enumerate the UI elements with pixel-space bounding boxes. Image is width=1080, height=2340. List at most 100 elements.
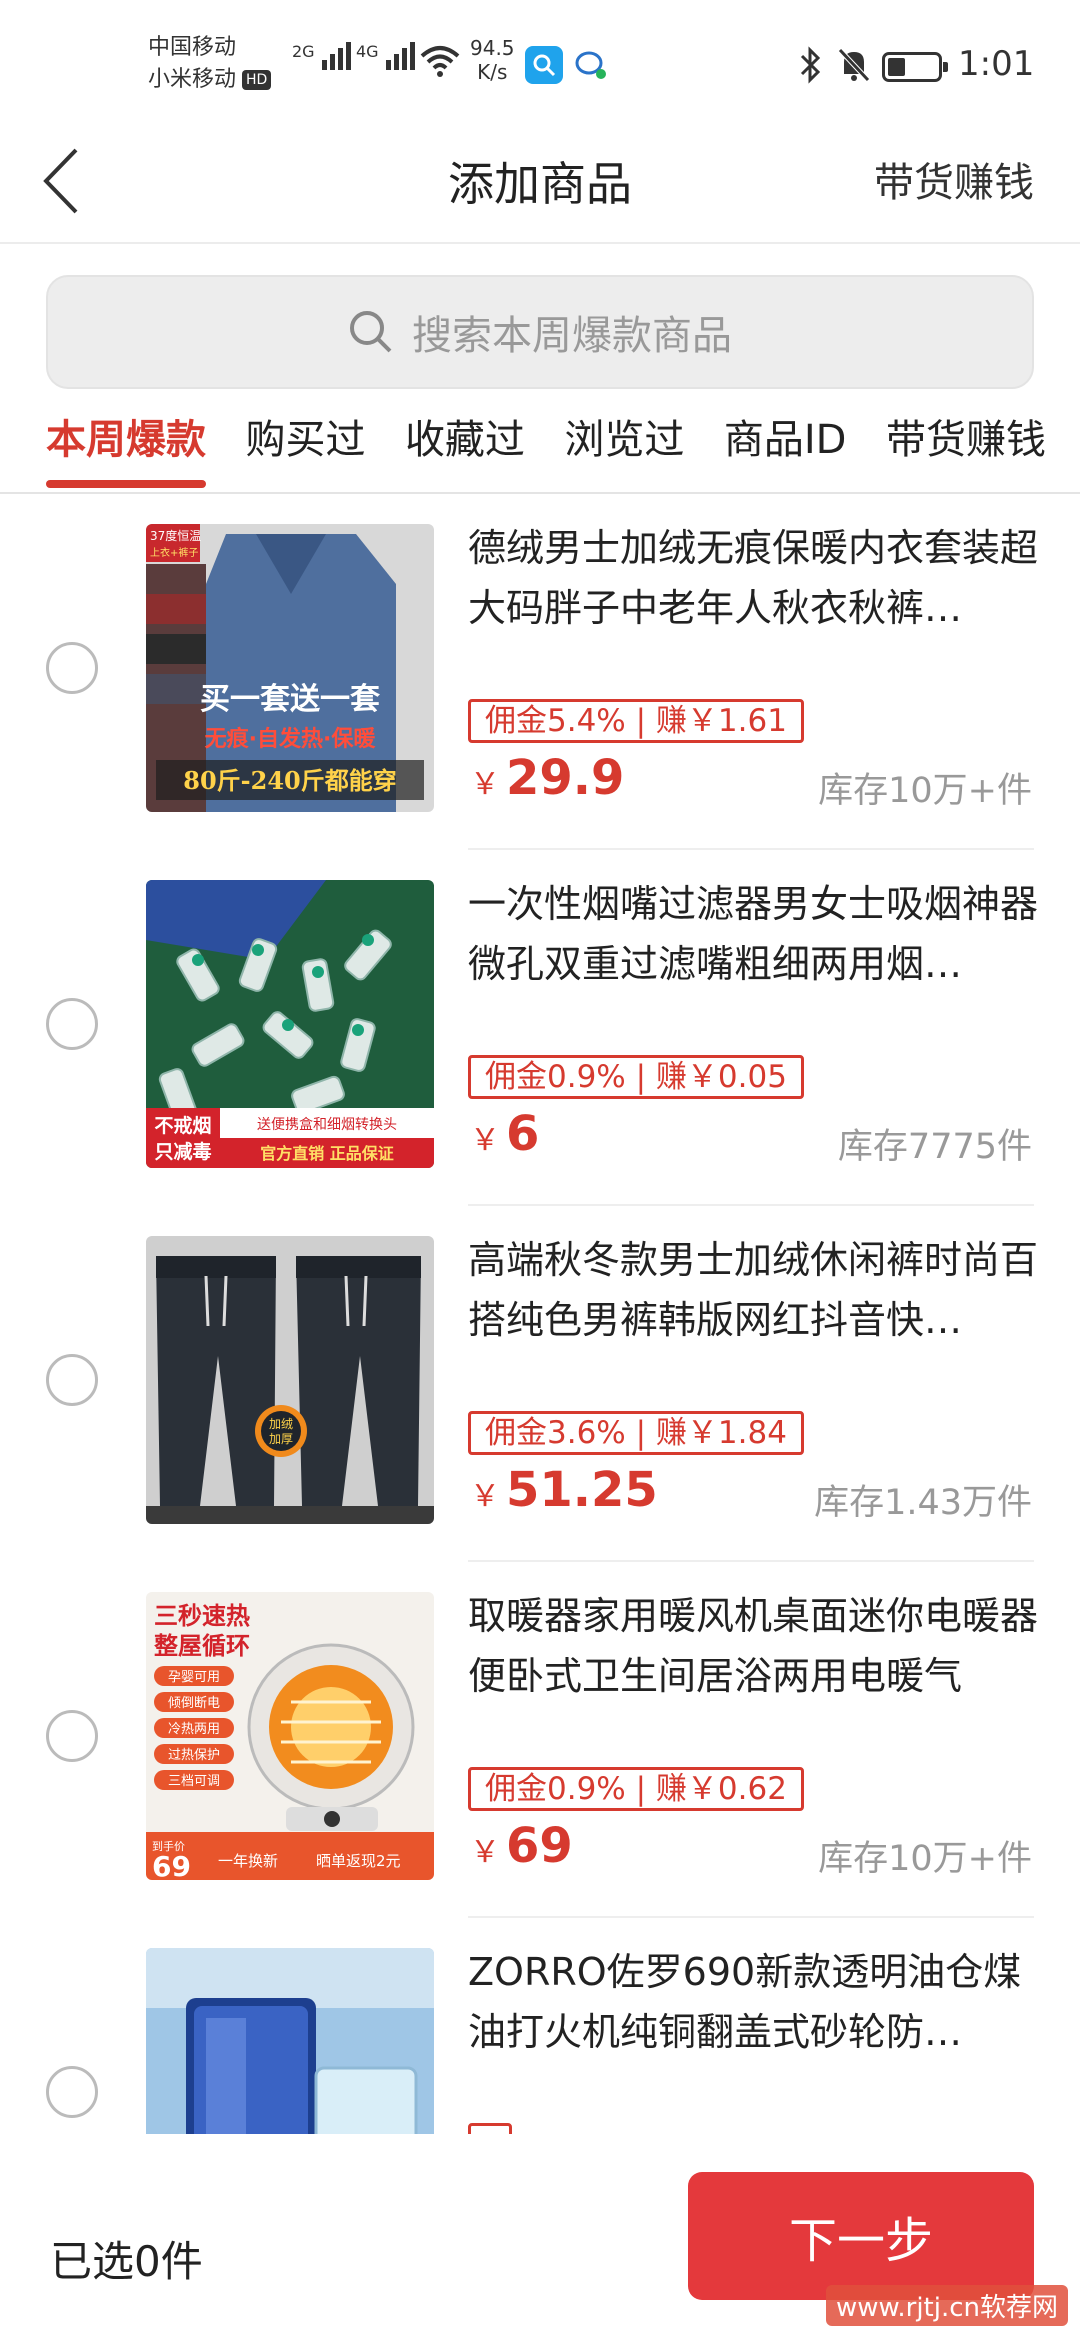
product-list: 37度恒温 上衣+裤子 买一套送一套 无痕·自发热·保暖 80斤-240斤都能穿… [0,494,1080,2134]
price-amount: 51.25 [506,1462,658,1518]
next-step-button[interactable]: 下一步 [688,2172,1034,2300]
product-title[interactable]: ZORRO佐罗690新款透明油仓煤油打火机纯铜翻盖式砂轮防… [468,1942,1038,2062]
select-radio[interactable] [46,998,98,1050]
battery-level [888,58,905,76]
thumb-text: 买一套送一套 [200,682,380,717]
thumb-text: 倾倒断电 [168,1696,220,1711]
product-row[interactable]: 三秒速热 整屋循环 孕婴可用 倾倒断电 冷热两用 过热保护 三档可调 到手价 6… [0,1562,1080,1918]
thumb-text: 整屋循环 [154,1632,250,1660]
net-speed: 94.5 K/s [470,36,515,84]
product-row[interactable]: 不戒烟 只减毒 送便携盒和细烟转换头 官方直销 正品保证 一次性烟嘴过滤器男女士… [0,850,1080,1206]
product-title[interactable]: 高端秋冬款男士加绒休闲裤时尚百搭纯色男裤韩版网红抖音快… [468,1230,1038,1350]
signal-2g-label: 2G [292,42,315,61]
thumb-text: 无痕·自发热·保暖 [205,726,377,752]
carrier-info: 中国移动 小米移动 HD [148,32,272,96]
net-speed-unit: K/s [477,60,508,84]
carrier-2: 小米移动 [148,67,237,92]
product-price: ￥ 29.9 [470,750,624,806]
status-bar: 中国移动 小米移动 HD 2G 4G 94.5 K/s 1:01 [0,0,1080,120]
app-notification-icon [525,46,563,84]
commission-badge [468,2123,512,2134]
product-image[interactable]: 加绒 加厚 [146,1236,434,1524]
header-action-button[interactable]: 带货赚钱 [874,150,1034,208]
product-row[interactable]: 37度恒温 上衣+裤子 买一套送一套 无痕·自发热·保暖 80斤-240斤都能穿… [0,494,1080,850]
category-tabs: 本周爆款 购买过 收藏过 浏览过 商品ID 带货赚钱 [46,410,1046,490]
watermark: www.rjtj.cn软荐网 [825,2285,1068,2326]
chat-notification-icon [575,51,606,79]
thumb-text: 送便携盒和细烟转换头 [257,1116,397,1133]
currency-symbol: ￥ [470,767,500,802]
clock: 1:01 [958,44,1035,84]
stock-text: 库存10万+件 [818,771,1032,811]
commission-badge: 佣金0.9% | 赚￥0.62 [468,1767,804,1811]
thumb-text: 69 [152,1850,191,1880]
thumb-text: 只减毒 [154,1140,211,1163]
search-icon [350,311,392,353]
bottom-bar: 已选0件 下一步 www.rjtj.cn软荐网 [0,2134,1080,2340]
thumb-text: 一年换新 [218,1852,278,1870]
tab-product-id[interactable]: 商品ID [724,410,847,490]
thumb-text: 过热保护 [168,1748,220,1763]
signal-4g-label: 4G [356,42,379,61]
product-image[interactable]: 37度恒温 上衣+裤子 买一套送一套 无痕·自发热·保暖 80斤-240斤都能穿 [146,524,434,812]
product-price: ￥ 6 [470,1106,539,1162]
thumb-text: 官方直销 正品保证 [260,1144,394,1163]
signal-2g-icon: 2G [292,42,351,70]
wifi-icon [420,46,460,77]
thumb-text: 加绒 [269,1417,293,1431]
thumb-text: 三秒速热 [154,1602,250,1630]
thumb-text: 晒单返现2元 [316,1852,401,1870]
currency-symbol: ￥ [470,1479,500,1514]
select-radio[interactable] [46,1354,98,1406]
currency-symbol: ￥ [470,1123,500,1158]
tab-purchased[interactable]: 购买过 [245,410,365,490]
thumb-text: 三档可调 [168,1774,220,1789]
select-radio[interactable] [46,642,98,694]
back-button[interactable] [30,144,90,218]
currency-symbol: ￥ [470,1835,500,1870]
stock-text: 库存1.43万件 [814,1483,1032,1523]
product-title[interactable]: 一次性烟嘴过滤器男女士吸烟神器微孔双重过滤嘴粗细两用烟… [468,874,1038,994]
search-placeholder: 搜索本周爆款商品 [412,313,732,359]
carrier-2-row: 小米移动 HD [148,64,272,96]
thumb-text: 上衣+裤子 [150,546,198,559]
battery-icon [882,52,948,82]
stock-text: 库存7775件 [837,1127,1032,1167]
net-speed-value: 94.5 [470,36,515,60]
search-input[interactable]: 搜索本周爆款商品 [46,275,1034,389]
commission-badge: 佣金3.6% | 赚￥1.84 [468,1411,804,1455]
stock-text: 库存10万+件 [818,1839,1032,1879]
product-image[interactable] [146,1948,434,2134]
carrier-1: 中国移动 [148,35,237,60]
select-radio[interactable] [46,2066,98,2118]
price-amount: 69 [506,1818,573,1874]
thumb-text: 37度恒温 [150,528,201,543]
select-radio[interactable] [46,1710,98,1762]
product-row[interactable]: 加绒 加厚 高端秋冬款男士加绒休闲裤时尚百搭纯色男裤韩版网红抖音快… 佣金3.6… [0,1206,1080,1562]
product-title[interactable]: 德绒男士加绒无痕保暖内衣套装超大码胖子中老年人秋衣秋裤… [468,518,1038,638]
thumb-text: 80斤-240斤都能穿 [183,766,396,795]
tab-browsed[interactable]: 浏览过 [564,410,684,490]
thumb-text: 加厚 [269,1432,293,1446]
product-image[interactable]: 三秒速热 整屋循环 孕婴可用 倾倒断电 冷热两用 过热保护 三档可调 到手价 6… [146,1592,434,1880]
product-title[interactable]: 取暖器家用暖风机桌面迷你电暖器便卧式卫生间居浴两用电暖气 [468,1586,1038,1706]
thumb-text: 冷热两用 [168,1722,220,1737]
bluetooth-icon [800,46,821,84]
hd-badge: HD [242,70,272,90]
mute-bell-icon [838,48,870,82]
price-amount: 29.9 [506,750,625,806]
product-row[interactable]: ZORRO佐罗690新款透明油仓煤油打火机纯铜翻盖式砂轮防… [0,1918,1080,2134]
tab-favorited[interactable]: 收藏过 [405,410,525,490]
thumb-text: 不戒烟 [154,1114,211,1137]
selected-count: 已选0件 [50,2237,203,2286]
product-image[interactable]: 不戒烟 只减毒 送便携盒和细烟转换头 官方直销 正品保证 [146,880,434,1168]
signal-4g-icon: 4G [356,42,415,70]
product-price: ￥ 51.25 [470,1462,658,1518]
price-amount: 6 [506,1106,540,1162]
commission-badge: 佣金5.4% | 赚￥1.61 [468,699,804,743]
tab-promote-earn[interactable]: 带货赚钱 [886,410,1046,490]
thumb-text: 孕婴可用 [168,1670,220,1685]
tab-weekly-hot[interactable]: 本周爆款 [46,410,206,490]
app-header: 添加商品 带货赚钱 [0,120,1080,244]
commission-badge: 佣金0.9% | 赚￥0.05 [468,1055,804,1099]
